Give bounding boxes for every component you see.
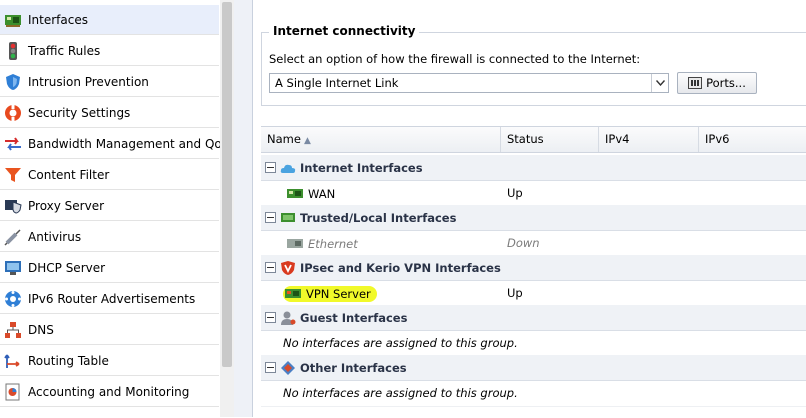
sidebar-item-label: Interfaces [28, 12, 88, 27]
interfaces-grid: Name ▲ Status IPv4 IPv6 Internet Interfac… [261, 126, 806, 418]
sidebar-item-label: DHCP Server [28, 260, 106, 275]
sidebar-item-traffic-rules[interactable]: Traffic Rules [0, 36, 219, 66]
status-cell: Down [507, 236, 540, 250]
sidebar-item-label: Security Settings [28, 105, 131, 120]
trusted-network-icon [280, 210, 296, 226]
sidebar-item-accounting-monitoring[interactable]: Accounting and Monitoring [0, 377, 219, 407]
group-guest-interfaces[interactable]: Guest Interfaces [261, 305, 806, 331]
vpn-server-icon [285, 288, 301, 298]
other-diamond-icon [280, 360, 296, 376]
sidebar-item-routing-table[interactable]: Routing Table [0, 346, 219, 376]
sidebar: Interfaces Traffic Rules Intrusion Preve… [0, 0, 229, 417]
sidebar-item-label: IPv6 Router Advertisements [28, 291, 196, 306]
chart-icon [4, 383, 22, 401]
ports-button-label: Ports... [706, 76, 746, 90]
monitor-icon [4, 259, 22, 277]
sidebar-item-label: Accounting and Monitoring [28, 384, 190, 399]
table-row-empty: No interfaces are assigned to this group… [261, 331, 806, 357]
routing-icon [4, 352, 22, 370]
status-cell: Up [507, 286, 523, 300]
name-cell: VPN Server [283, 281, 377, 306]
funnel-icon [4, 166, 22, 184]
group-label: Trusted/Local Interfaces [300, 210, 457, 225]
column-header-status[interactable]: Status [501, 127, 599, 152]
sidebar-item-label: DNS [28, 322, 54, 337]
table-row[interactable]: VPN Server Up [261, 281, 806, 307]
scrollbar-thumb[interactable] [222, 2, 232, 367]
ports-button[interactable]: Ports... [677, 72, 757, 94]
collapse-toggle-icon[interactable] [265, 212, 276, 223]
sidebar-item-content-filter[interactable]: Content Filter [0, 160, 219, 190]
sidebar-item-interfaces[interactable]: Interfaces [0, 5, 219, 35]
network-card-disabled-icon [287, 238, 303, 248]
name-cell: Ethernet [287, 231, 358, 256]
sidebar-item-antivirus[interactable]: Antivirus [0, 222, 219, 252]
sidebar-item-label: Routing Table [28, 353, 109, 368]
collapse-toggle-icon[interactable] [265, 162, 276, 173]
group-label: Guest Interfaces [300, 310, 408, 325]
sidebar-item-partial [0, 408, 219, 417]
sidebar-item-label: Content Filter [28, 167, 110, 182]
column-header-ipv4[interactable]: IPv4 [599, 127, 699, 152]
table-row[interactable]: Ethernet Down [261, 231, 806, 257]
group-label: IPsec and Kerio VPN Interfaces [300, 260, 501, 275]
empty-group-message: No interfaces are assigned to this group… [283, 336, 518, 350]
column-header-name[interactable]: Name ▲ [261, 127, 501, 152]
traffic-light-icon [4, 41, 22, 60]
shield-icon [4, 73, 22, 91]
sidebar-item-label: Bandwidth Management and QoS [28, 136, 230, 151]
sidebar-item-label: Traffic Rules [28, 43, 101, 58]
group-ipsec-kerio-vpn-interfaces[interactable]: IPsec and Kerio VPN Interfaces [261, 255, 806, 281]
status-cell: Up [507, 186, 523, 200]
sidebar-item-label: Intrusion Prevention [28, 74, 149, 89]
internet-connectivity-group [261, 32, 806, 106]
name-cell: WAN [287, 181, 335, 206]
sidebar-item-label: Proxy Server [28, 198, 105, 213]
empty-group-message: No interfaces are assigned to this group… [283, 386, 518, 400]
cloud-icon [280, 160, 296, 176]
sidebar-item-proxy-server[interactable]: Proxy Server [0, 191, 219, 221]
lifebuoy-icon [4, 104, 22, 122]
group-other-interfaces[interactable]: Other Interfaces [261, 355, 806, 381]
network-card-icon [287, 188, 303, 198]
sidebar-scrollbar[interactable] [220, 0, 234, 417]
guest-user-icon [280, 310, 296, 326]
collapse-toggle-icon[interactable] [265, 262, 276, 273]
group-trusted-local-interfaces[interactable]: Trusted/Local Interfaces [261, 205, 806, 231]
sidebar-item-ipv6-router-advertisements[interactable]: IPv6 Router Advertisements [0, 284, 219, 314]
syringe-icon [4, 228, 22, 246]
ipv6-gear-icon [4, 290, 22, 308]
dns-tree-icon [4, 321, 22, 339]
group-internet-interfaces[interactable]: Internet Interfaces [261, 155, 806, 181]
highlight-marker: VPN Server [283, 285, 377, 302]
table-row[interactable]: WAN Up [261, 181, 806, 207]
chevron-down-icon[interactable] [651, 74, 668, 92]
grid-header: Name ▲ Status IPv4 IPv6 [261, 127, 806, 153]
group-label: Internet Interfaces [300, 160, 423, 175]
sort-ascending-icon: ▲ [303, 136, 311, 146]
internet-connectivity-legend: Internet connectivity [269, 24, 420, 38]
vpn-shield-icon [280, 260, 296, 276]
connectivity-prompt: Select an option of how the firewall is … [269, 52, 641, 66]
ports-icon [688, 77, 703, 89]
sidebar-item-dns[interactable]: DNS [0, 315, 219, 345]
main-panel: Internet connectivity Select an option o… [252, 0, 806, 417]
sidebar-item-bandwidth[interactable]: Bandwidth Management and QoS [0, 129, 229, 159]
collapse-toggle-icon[interactable] [265, 312, 276, 323]
sidebar-item-intrusion-prevention[interactable]: Intrusion Prevention [0, 67, 219, 97]
collapse-toggle-icon[interactable] [265, 362, 276, 373]
sidebar-item-dhcp-server[interactable]: DHCP Server [0, 253, 219, 283]
bandwidth-arrows-icon [4, 135, 22, 153]
select-value: A Single Internet Link [275, 76, 399, 90]
sidebar-item-security-settings[interactable]: Security Settings [0, 98, 219, 128]
connectivity-mode-select[interactable]: A Single Internet Link [269, 73, 669, 93]
table-row-empty: No interfaces are assigned to this group… [261, 381, 806, 407]
panel-gutter [234, 0, 252, 417]
group-label: Other Interfaces [300, 360, 407, 375]
sidebar-item-label: Antivirus [28, 229, 82, 244]
column-header-ipv6[interactable]: IPv6 [699, 127, 806, 152]
network-card-icon [4, 11, 22, 29]
proxy-icon [4, 197, 22, 215]
